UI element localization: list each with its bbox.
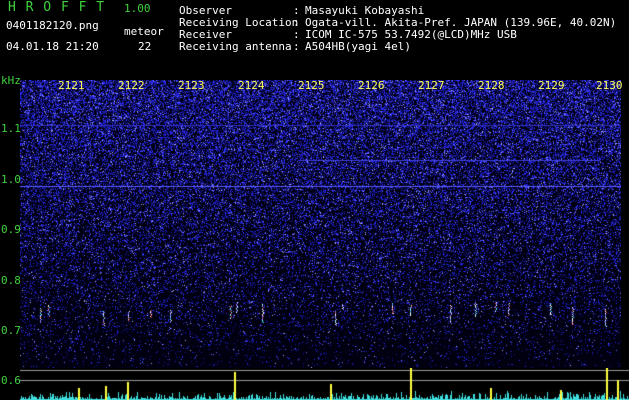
filename: 0401182120.png [6, 19, 99, 32]
minute-label: 2128 [478, 79, 505, 92]
minute-label: 2122 [118, 79, 145, 92]
app-title: H R O F F T [8, 0, 106, 15]
freq-label: 0.8 [1, 274, 21, 287]
freq-label: 0.7 [1, 324, 21, 337]
datetime: 04.01.18 21:20 [6, 40, 99, 53]
minute-label: 2127 [418, 79, 445, 92]
app-version: 1.00 [124, 2, 151, 15]
minute-label: 2130 [596, 79, 623, 92]
info-colon: : [293, 40, 300, 53]
meteor-count: 22 [138, 40, 152, 53]
antenna-value: A504HB(yagi 4el) [305, 40, 411, 53]
waterfall-spectrogram [20, 80, 621, 368]
freq-label: 1.0 [1, 173, 21, 186]
freq-label: 0.9 [1, 223, 21, 236]
minute-label: 2121 [58, 79, 85, 92]
minute-label: 2125 [298, 79, 325, 92]
signal-level-graph [20, 368, 629, 400]
minute-label: 2129 [538, 79, 565, 92]
meteor-label: meteor [124, 25, 164, 38]
minute-label: 2124 [238, 79, 265, 92]
hrofft-screen: H R O F F T 1.00 0401182120.png meteor 0… [0, 0, 629, 400]
antenna-label: Receiving antenna [179, 40, 292, 53]
freq-label: 0.6 [1, 374, 21, 387]
freq-label: 1.1 [1, 122, 21, 135]
minute-label: 2126 [358, 79, 385, 92]
minute-label: 2123 [178, 79, 205, 92]
khz-unit-label: kHz [1, 74, 21, 87]
